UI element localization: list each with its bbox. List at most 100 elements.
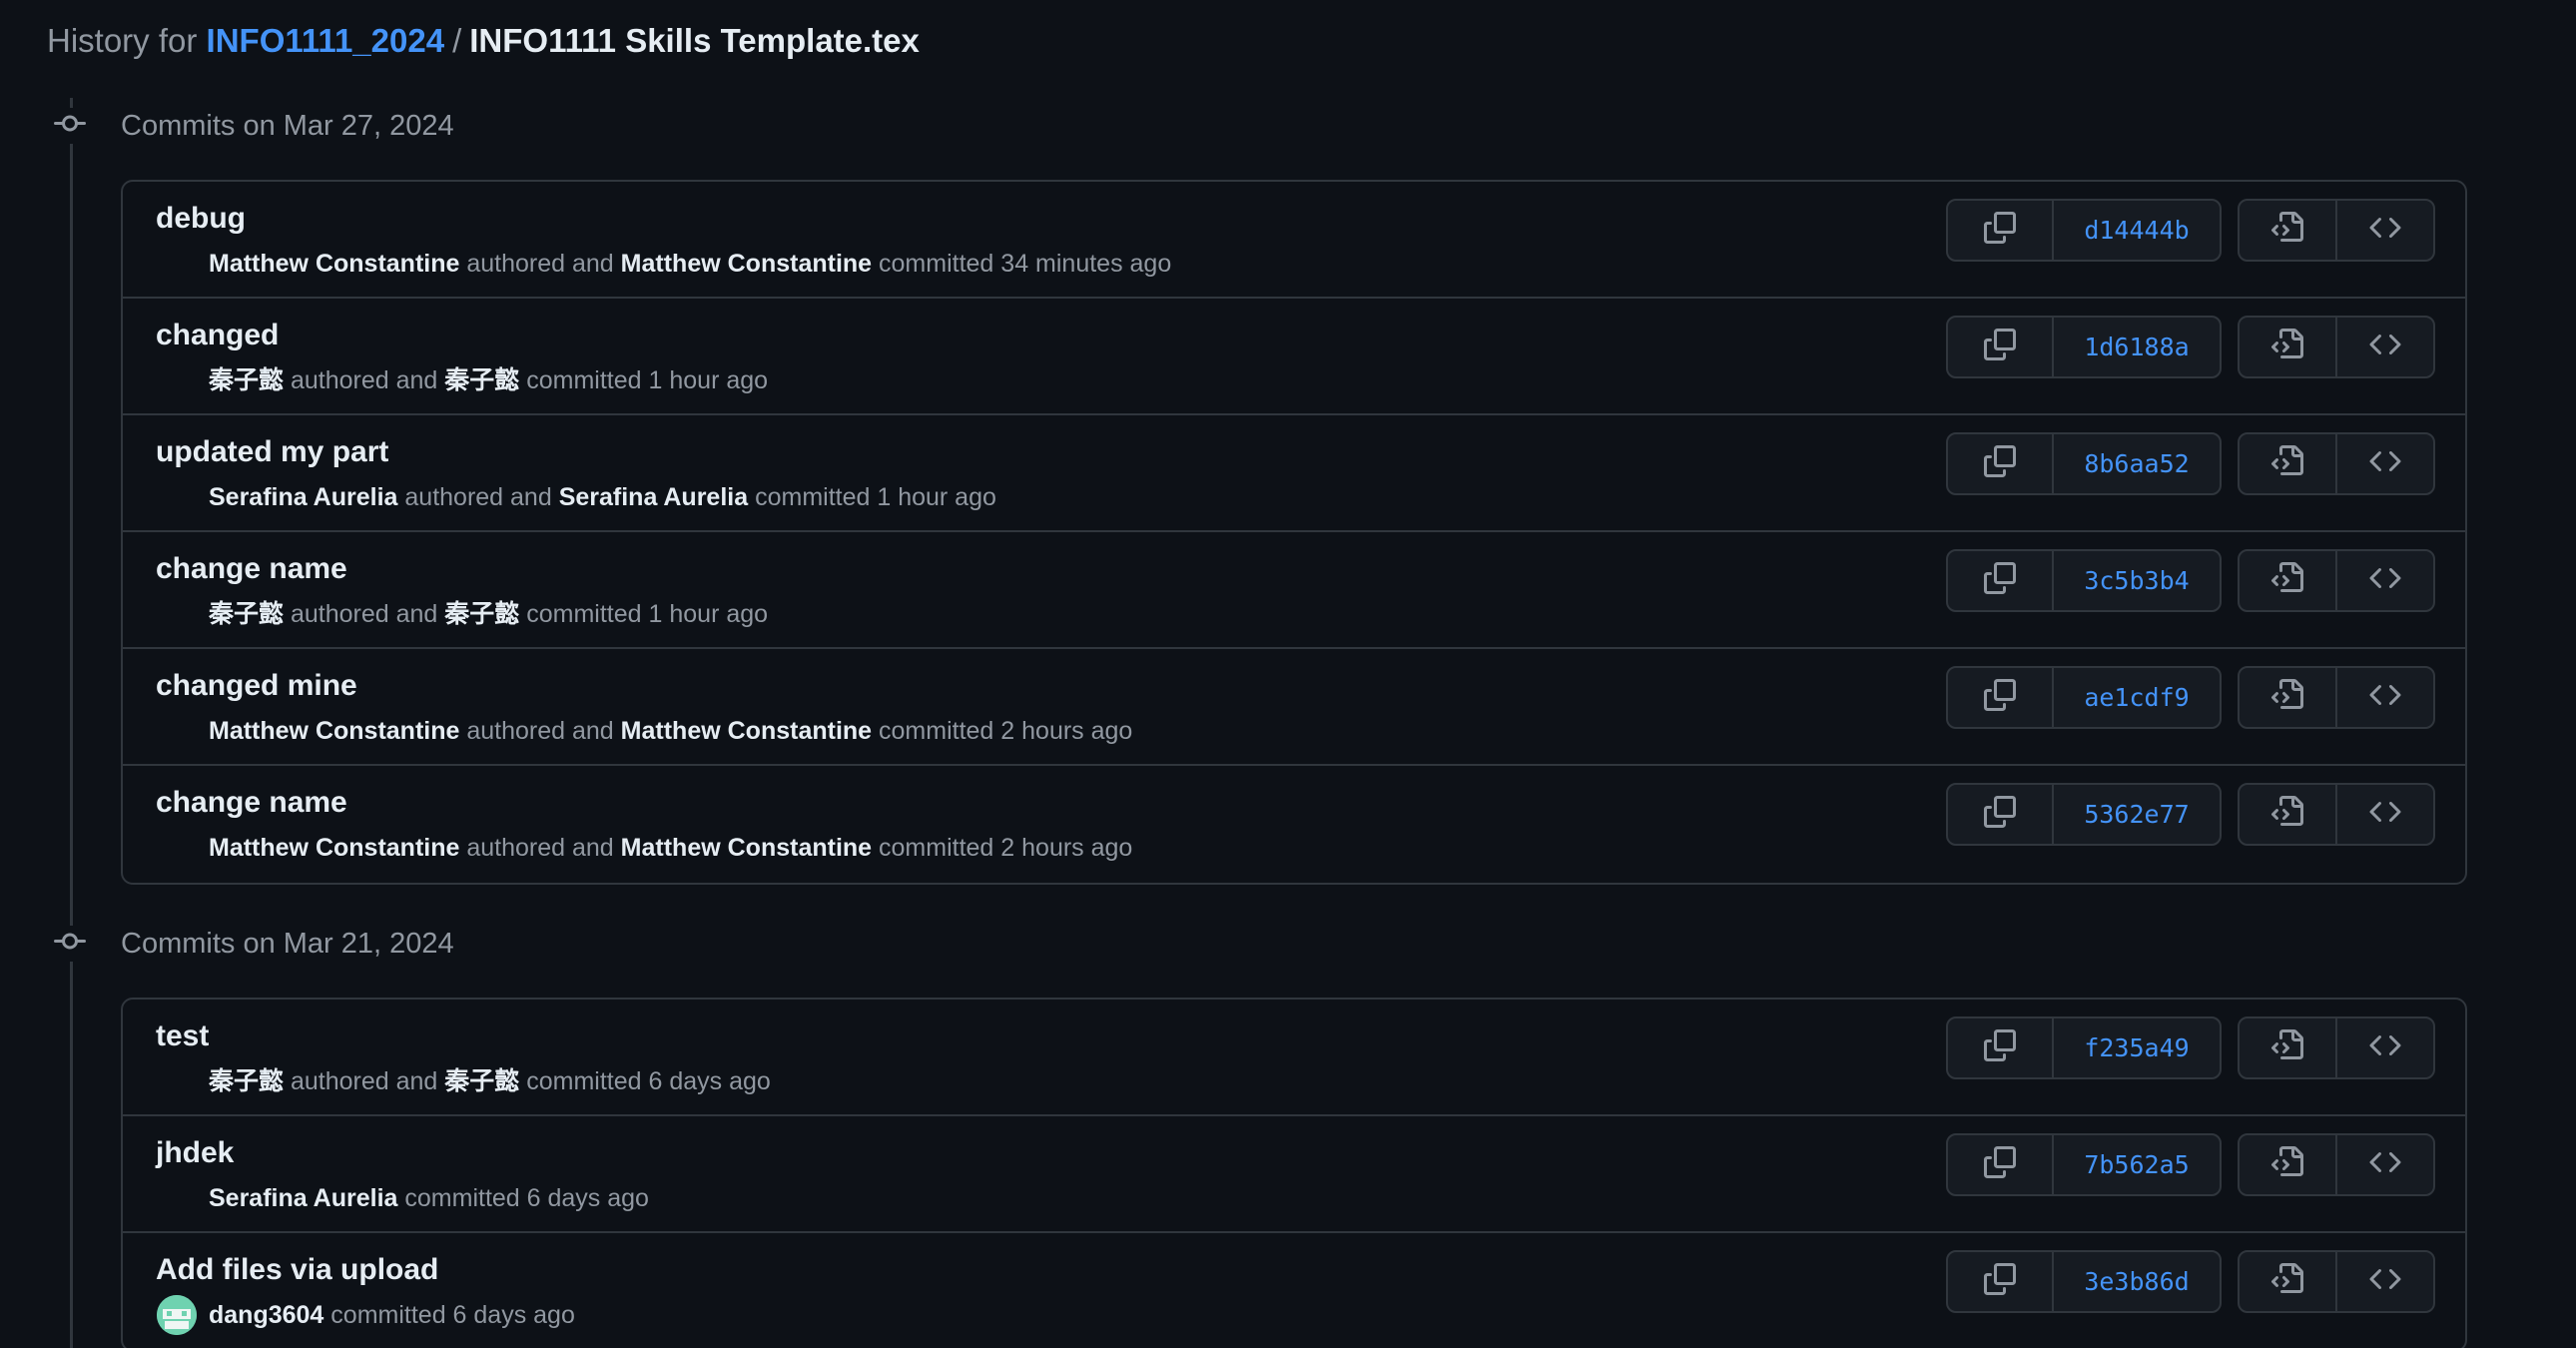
commit-sha-link[interactable]: 1d6188a: [2054, 318, 2220, 376]
sha-button-group: 3c5b3b4: [1946, 549, 2222, 612]
code-icon: [2369, 329, 2401, 365]
commit-sha-link[interactable]: 8b6aa52: [2054, 434, 2220, 493]
browse-repo-at-commit-button[interactable]: [2337, 551, 2433, 610]
view-file-at-commit-button[interactable]: [2240, 434, 2337, 493]
copy-sha-button[interactable]: [1948, 668, 2054, 727]
commit-message-link[interactable]: changed mine: [156, 666, 357, 706]
commit-author[interactable]: Matthew Constantine: [209, 717, 459, 745]
sha-button-group: 7b562a5: [1946, 1133, 2222, 1196]
commit-author[interactable]: Serafina Aurelia: [209, 1184, 397, 1212]
commit-author[interactable]: 秦子懿: [209, 600, 284, 628]
commit-group-header: Commits on Mar 21, 2024: [0, 916, 2576, 976]
view-file-at-commit-button[interactable]: [2240, 785, 2337, 844]
commit-sha-link[interactable]: 3e3b86d: [2054, 1252, 2220, 1311]
browse-repo-at-commit-button[interactable]: [2337, 434, 2433, 493]
copy-sha-button[interactable]: [1948, 1252, 2054, 1311]
browse-button-group: [2238, 199, 2435, 262]
commit-sha-link[interactable]: 5362e77: [2054, 785, 2220, 844]
timeline-line: [70, 98, 73, 1348]
file-code-icon: [2271, 1263, 2303, 1300]
commit-committer[interactable]: 秦子懿: [444, 366, 519, 394]
commit-message-link[interactable]: changed: [156, 316, 279, 355]
browse-repo-at-commit-button[interactable]: [2337, 201, 2433, 260]
commit-author[interactable]: 秦子懿: [209, 1067, 284, 1095]
copy-sha-button[interactable]: [1948, 201, 2054, 260]
committed-time: committed 1 hour ago: [526, 366, 769, 394]
commit-author[interactable]: 秦子懿: [209, 366, 284, 394]
browse-button-group: [2238, 783, 2435, 846]
sha-button-group: 1d6188a: [1946, 316, 2222, 378]
commit-committer[interactable]: Matthew Constantine: [621, 717, 872, 745]
code-icon: [2369, 1146, 2401, 1183]
file-code-icon: [2271, 562, 2303, 599]
commit-row: test 秦子懿 authored and 秦子懿 committed 6 day…: [123, 1000, 2465, 1116]
view-file-at-commit-button[interactable]: [2240, 551, 2337, 610]
commit-committer[interactable]: 秦子懿: [444, 1067, 519, 1095]
file-code-icon: [2271, 1029, 2303, 1066]
commit-sha-link[interactable]: ae1cdf9: [2054, 668, 2220, 727]
commit-author[interactable]: Serafina Aurelia: [209, 483, 397, 511]
committed-time: committed 2 hours ago: [879, 717, 1133, 745]
commit-message-link[interactable]: test: [156, 1016, 209, 1056]
file-code-icon: [2271, 679, 2303, 716]
committed-time: committed 1 hour ago: [755, 483, 996, 511]
code-icon: [2369, 679, 2401, 716]
commit-group-date: Commits on Mar 27, 2024: [121, 110, 454, 142]
browse-button-group: [2238, 316, 2435, 378]
copy-sha-button[interactable]: [1948, 1135, 2054, 1194]
copy-sha-button[interactable]: [1948, 318, 2054, 376]
view-file-at-commit-button[interactable]: [2240, 1135, 2337, 1194]
commit-message-link[interactable]: Add files via upload: [156, 1250, 438, 1290]
page-title: History for INFO1111_2024/INFO1111 Skill…: [47, 18, 920, 64]
commit-message-link[interactable]: jhdek: [156, 1133, 234, 1173]
commit-committer[interactable]: Matthew Constantine: [621, 250, 872, 278]
browse-button-group: [2238, 666, 2435, 729]
commit-row: Add files via upload dang3604 committed 6…: [123, 1233, 2465, 1348]
browse-button-group: [2238, 549, 2435, 612]
commit-committer[interactable]: Serafina Aurelia: [559, 483, 748, 511]
repo-link[interactable]: INFO1111_2024: [207, 22, 445, 59]
commit-meta: Serafina Aurelia committed 6 days ago: [209, 1180, 649, 1216]
commit-message-link[interactable]: change name: [156, 549, 347, 589]
file-code-icon: [2271, 445, 2303, 482]
committed-time: committed 6 days ago: [404, 1184, 649, 1212]
commit-committer[interactable]: 秦子懿: [444, 600, 519, 628]
copy-sha-button[interactable]: [1948, 1018, 2054, 1077]
commit-sha-link[interactable]: 7b562a5: [2054, 1135, 2220, 1194]
commit-author[interactable]: Matthew Constantine: [209, 834, 459, 862]
browse-repo-at-commit-button[interactable]: [2337, 1252, 2433, 1311]
copy-sha-button[interactable]: [1948, 551, 2054, 610]
browse-repo-at-commit-button[interactable]: [2337, 785, 2433, 844]
view-file-at-commit-button[interactable]: [2240, 1252, 2337, 1311]
commit-message-link[interactable]: change name: [156, 783, 347, 823]
copy-sha-button[interactable]: [1948, 434, 2054, 493]
avatar[interactable]: [157, 1295, 197, 1335]
sha-button-group: 3e3b86d: [1946, 1250, 2222, 1313]
commit-committer[interactable]: Matthew Constantine: [621, 834, 872, 862]
copy-icon: [1984, 212, 2016, 249]
file-code-icon: [2271, 1146, 2303, 1183]
view-file-at-commit-button[interactable]: [2240, 1018, 2337, 1077]
commit-row: jhdek Serafina Aurelia committed 6 days a…: [123, 1116, 2465, 1233]
copy-sha-button[interactable]: [1948, 785, 2054, 844]
commit-sha-link[interactable]: d14444b: [2054, 201, 2220, 260]
browse-repo-at-commit-button[interactable]: [2337, 318, 2433, 376]
commit-message-link[interactable]: debug: [156, 199, 246, 239]
commit-author[interactable]: dang3604: [209, 1301, 323, 1329]
authored-text: authored and: [466, 717, 614, 745]
browse-repo-at-commit-button[interactable]: [2337, 668, 2433, 727]
commit-sha-link[interactable]: 3c5b3b4: [2054, 551, 2220, 610]
browse-repo-at-commit-button[interactable]: [2337, 1018, 2433, 1077]
view-file-at-commit-button[interactable]: [2240, 668, 2337, 727]
commit-message-link[interactable]: updated my part: [156, 432, 388, 472]
commit-group-date: Commits on Mar 21, 2024: [121, 928, 454, 960]
browse-repo-at-commit-button[interactable]: [2337, 1135, 2433, 1194]
commit-row: changed mine Matthew Constantine authored…: [123, 649, 2465, 766]
commit-history-page: History for INFO1111_2024/INFO1111 Skill…: [0, 0, 2576, 1348]
view-file-at-commit-button[interactable]: [2240, 201, 2337, 260]
code-icon: [2369, 796, 2401, 833]
commit-author[interactable]: Matthew Constantine: [209, 250, 459, 278]
view-file-at-commit-button[interactable]: [2240, 318, 2337, 376]
commit-row: debug Matthew Constantine authored and Ma…: [123, 182, 2465, 299]
commit-sha-link[interactable]: f235a49: [2054, 1018, 2220, 1077]
